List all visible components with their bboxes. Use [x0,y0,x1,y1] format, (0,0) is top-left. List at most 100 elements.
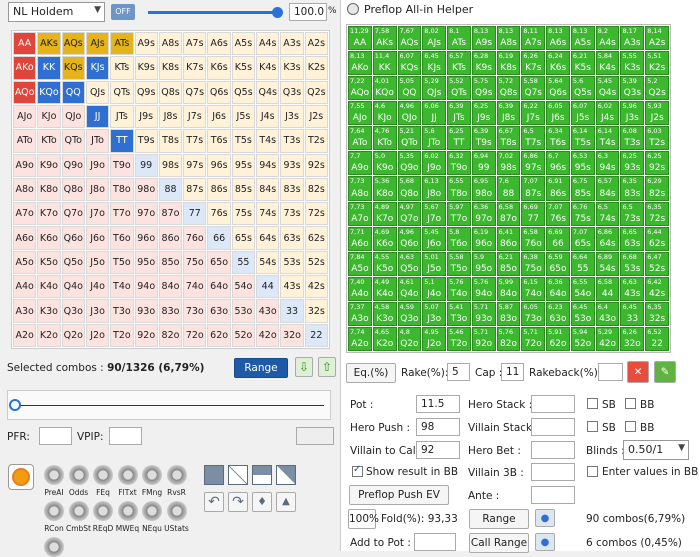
equity-button[interactable]: Eq.(%) [346,363,396,383]
hand-cell[interactable]: J8o [85,177,110,202]
hand-cell[interactable]: Q8o [61,177,85,202]
ev-cell[interactable]: 6,75 85s [570,176,595,201]
hand-cell[interactable]: 32o [280,323,304,347]
hand-cell[interactable]: KJs [85,56,110,80]
hand-cell[interactable]: KQo [37,80,61,104]
hand-cell[interactable]: A7s [183,32,207,56]
ev-cell[interactable]: 4,89 K7o [372,201,397,226]
ev-cell[interactable]: 8,17 A3s [620,26,645,51]
hand-cell[interactable]: K3o [37,299,61,323]
hero-bet-input[interactable] [531,441,575,459]
ev-cell[interactable]: 5,91 62o [546,326,570,351]
hand-cell[interactable]: 72o [183,323,207,347]
ev-cell[interactable]: 6,39 J8s [496,101,521,126]
rvsr-tool-icon[interactable] [166,465,187,485]
pct100-button[interactable]: 100% [348,509,379,529]
ev-cell[interactable]: 6,5 73s [620,201,645,226]
ev-cell[interactable]: 4,96 QJo [397,101,422,126]
hand-cell[interactable]: JTs [110,104,134,129]
ev-cell[interactable]: 7,64 ATo [348,126,372,151]
ev-cell[interactable]: 8,13 A6s [546,26,570,51]
ev-cell[interactable]: 5,05 QQ [397,76,422,101]
hero-bb-checkbox[interactable] [625,398,636,409]
range-pct-input[interactable]: 100.0 [289,3,327,21]
clear-icon[interactable]: ✕ [627,361,649,383]
hand-cell[interactable]: 98s [158,153,183,177]
hand-cell[interactable]: Q9o [61,153,85,177]
ev-cell[interactable]: 6,32 T9o [447,151,471,176]
hand-cell[interactable]: 72s [304,202,328,226]
hand-cell[interactable]: J6s [207,104,231,129]
ev-cell[interactable]: 8,13 AKo [348,51,372,76]
ev-cell[interactable]: 6,05 J6s [546,101,570,126]
hand-cell[interactable]: 22 [304,323,328,347]
ev-cell[interactable]: 6,39 T9s [471,126,496,151]
ev-cell[interactable]: 5,29 QJs [422,76,447,101]
rake-input[interactable]: 5 [447,363,470,381]
hand-cell[interactable]: J7s [183,104,207,129]
hero-stack-input[interactable] [531,395,575,413]
undo-icon[interactable]: ↶ [204,492,224,512]
hand-cell[interactable]: ATs [110,32,134,56]
hand-cell[interactable]: T3o [110,299,134,323]
hand-cell[interactable]: Q2o [61,323,85,347]
filter-slider-knob[interactable] [9,399,21,411]
hand-cell[interactable]: 87o [158,202,183,226]
hand-cell[interactable]: J2o [85,323,110,347]
ev-cell[interactable]: 8,13 A8s [496,26,521,51]
hand-cell[interactable]: K5s [231,56,256,80]
ev-cell[interactable]: 6,86 64s [595,226,620,251]
ev-cell[interactable]: 4,8 Q2o [397,326,422,351]
ev-cell[interactable]: 6,3 94s [595,151,620,176]
hand-cell[interactable]: Q3o [61,299,85,323]
hand-cell[interactable]: J7o [85,202,110,226]
hand-cell[interactable]: T2s [304,129,328,153]
ev-cell[interactable]: 11,4 KK [372,51,397,76]
cmbst-tool-icon[interactable] [68,501,89,521]
ev-cell[interactable]: 6,55 T8o [447,176,471,201]
show-bb-checkbox[interactable] [352,464,363,477]
hand-cell[interactable]: QTo [61,129,85,153]
import-icon[interactable]: ⇩ [295,357,313,377]
blinds-select[interactable]: 0.50/1 ▼ [623,440,689,460]
hand-cell[interactable]: T6o [110,226,134,250]
ev-cell[interactable]: 6,35 72s [645,201,669,226]
ev-cell[interactable]: 6,06 JJ [422,101,447,126]
ev-cell[interactable]: 6,53 95s [570,151,595,176]
hand-cell[interactable]: 53s [280,250,304,275]
hand-cell[interactable]: 63s [280,226,304,250]
hero-sb-checkbox[interactable] [587,398,598,409]
hand-cell[interactable]: K2o [37,323,61,347]
hand-cell[interactable]: K6o [37,226,61,250]
extra-tool-icon[interactable] [44,537,64,557]
ev-cell[interactable]: 5,58 T5o [447,251,471,276]
hand-cell[interactable]: 65s [231,226,256,250]
ev-cell[interactable]: 6,94 99 [471,151,496,176]
ev-cell[interactable]: 6,65 63s [620,226,645,251]
hand-cell[interactable]: AJs [85,32,110,56]
redo-icon[interactable]: ↷ [228,492,248,512]
ev-cell[interactable]: 5,2 Q2s [645,76,669,101]
ev-cell[interactable]: 7,84 A5o [348,251,372,276]
ev-cell[interactable]: 6,02 J9o [422,151,447,176]
ev-cell[interactable]: 6,67 T8s [496,126,521,151]
hand-cell[interactable]: 42s [304,275,328,299]
ev-cell[interactable]: 6,15 74o [521,276,546,301]
hand-cell[interactable]: A9o [13,153,37,177]
hand-cell[interactable]: T9o [110,153,134,177]
hand-cell[interactable]: 43o [256,299,280,323]
hand-cell[interactable]: 98o [134,177,158,202]
hand-cell[interactable]: K2s [304,56,328,80]
ev-cell[interactable]: 5,46 T2o [447,326,471,351]
ev-cell[interactable]: 5,76 94o [471,276,496,301]
ev-cell[interactable]: 4,97 Q7o [397,201,422,226]
hand-cell[interactable]: AQo [13,80,37,104]
ev-cell[interactable]: 5,35 Q9o [397,151,422,176]
feq-tool-icon[interactable] [93,465,113,485]
ev-cell[interactable]: 5,76 82o [496,326,521,351]
hand-cell[interactable]: Q9s [134,80,158,104]
hand-cell[interactable]: A5s [231,32,256,56]
ev-cell[interactable]: 6,19 K8s [496,51,521,76]
hand-cell[interactable]: KJo [37,104,61,129]
villain-stack-input[interactable] [531,418,575,436]
